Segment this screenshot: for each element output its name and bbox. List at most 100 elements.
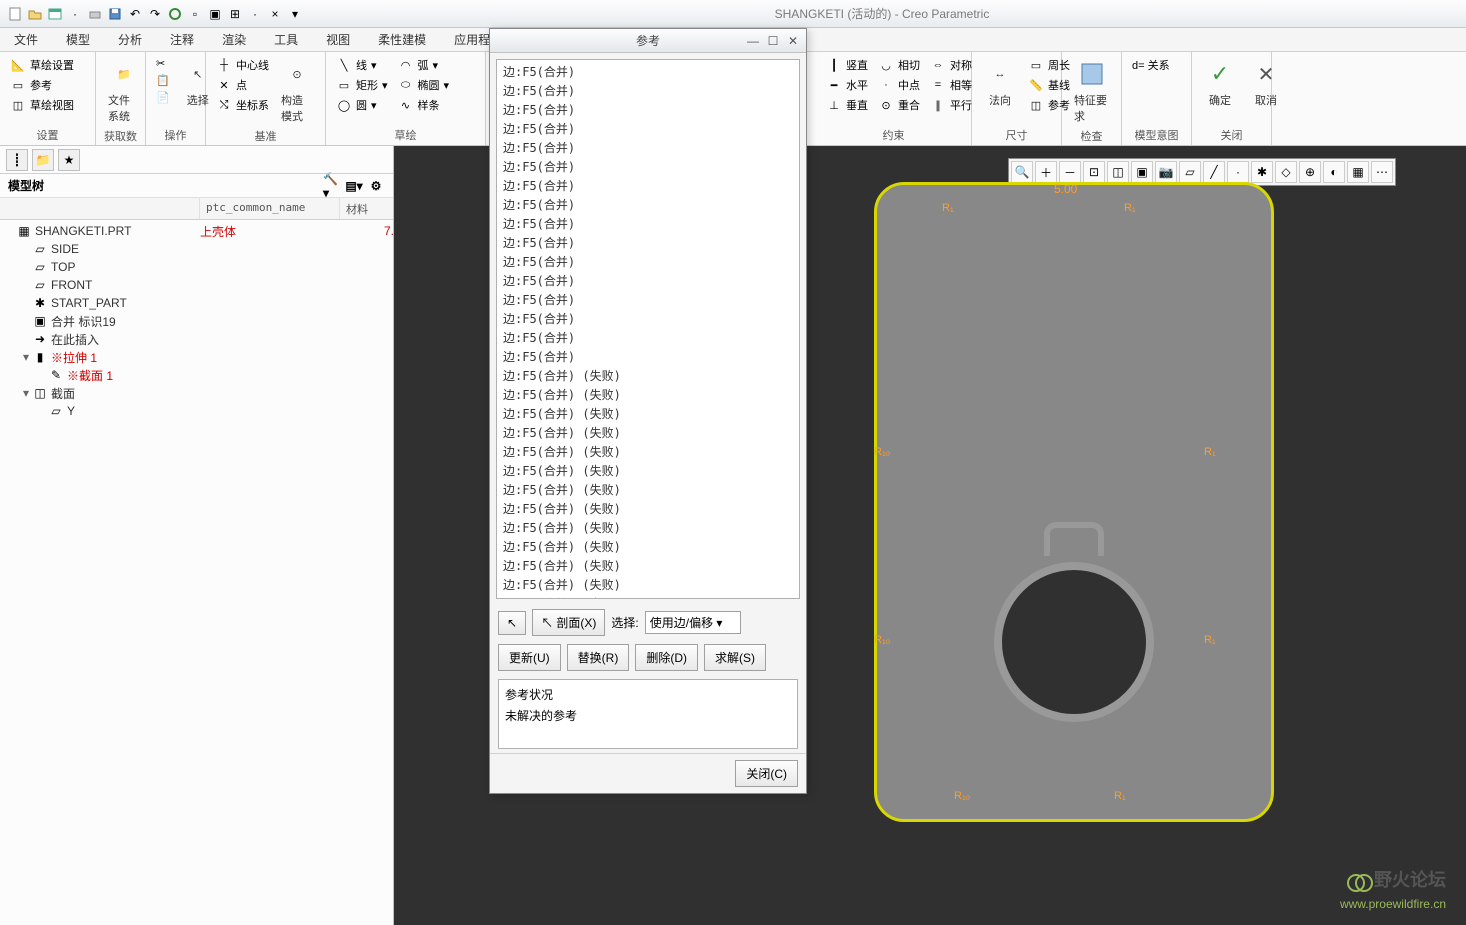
list-item[interactable]: 边:F5(合并) (失败) bbox=[499, 594, 797, 599]
list-item[interactable]: 边:F5(合并) bbox=[499, 252, 797, 271]
menu-tools[interactable]: 工具 bbox=[260, 28, 312, 51]
tool-hammer-icon[interactable]: 🔨▾ bbox=[323, 177, 341, 195]
misc-icon[interactable]: ⋯ bbox=[1371, 161, 1393, 183]
minimize-icon[interactable]: — bbox=[744, 33, 762, 49]
datum-point-icon[interactable]: · bbox=[1227, 161, 1249, 183]
csys[interactable]: ⤭坐标系 bbox=[214, 96, 271, 114]
close-button[interactable]: 关闭(C) bbox=[735, 760, 798, 787]
close-windows-icon[interactable]: ▫ bbox=[186, 5, 204, 23]
circle-tool[interactable]: ◯圆▾ bbox=[334, 96, 390, 114]
open-icon[interactable] bbox=[26, 5, 44, 23]
list-item[interactable]: 边:F5(合并) bbox=[499, 271, 797, 290]
redo-icon[interactable]: ↷ bbox=[146, 5, 164, 23]
list-item[interactable]: 边:F5(合并) (失败) bbox=[499, 556, 797, 575]
list-item[interactable]: 边:F5(合并) (失败) bbox=[499, 480, 797, 499]
regen-icon[interactable] bbox=[166, 5, 184, 23]
tree-tab-2[interactable]: 📁 bbox=[32, 149, 54, 171]
list-item[interactable]: 边:F5(合并) bbox=[499, 309, 797, 328]
annot-icon[interactable]: ◇ bbox=[1275, 161, 1297, 183]
zoom-in-icon[interactable]: ＋ bbox=[1035, 161, 1057, 183]
tree-row[interactable]: ✎※截面 1 bbox=[0, 366, 393, 384]
tree-row[interactable]: ➜在此插入 bbox=[0, 330, 393, 348]
print-icon[interactable] bbox=[86, 5, 104, 23]
menu-model[interactable]: 模型 bbox=[52, 28, 104, 51]
sketch-view[interactable]: ◫草绘视图 bbox=[8, 96, 76, 114]
list-item[interactable]: 边:F5(合并) bbox=[499, 157, 797, 176]
list-item[interactable]: 边:F5(合并) (失败) bbox=[499, 404, 797, 423]
arc-tool[interactable]: ◠弧▾ bbox=[396, 56, 452, 74]
ellipse-tool[interactable]: ⬭椭圆▾ bbox=[396, 76, 452, 94]
construction-mode[interactable]: ⊙构造模式 bbox=[277, 56, 317, 126]
feature-req[interactable]: 特征要求 bbox=[1070, 56, 1113, 126]
tool-settings-icon[interactable]: ⚙ bbox=[367, 177, 385, 195]
saved-view-icon[interactable]: 📷 bbox=[1155, 161, 1177, 183]
tree-row[interactable]: ▱TOP bbox=[0, 258, 393, 276]
list-item[interactable]: 边:F5(合并) bbox=[499, 328, 797, 347]
list-item[interactable]: 边:F5(合并) (失败) bbox=[499, 442, 797, 461]
list-item[interactable]: 边:F5(合并) (失败) bbox=[499, 518, 797, 537]
zoom-out-icon[interactable]: － bbox=[1059, 161, 1081, 183]
style-icon[interactable]: ◐ bbox=[1323, 161, 1345, 183]
select-mode-dropdown[interactable]: 使用边/偏移 ▾ bbox=[645, 611, 742, 634]
list-item[interactable]: 边:F5(合并) bbox=[499, 138, 797, 157]
menu-render[interactable]: 渲染 bbox=[208, 28, 260, 51]
list-item[interactable]: 边:F5(合并) bbox=[499, 195, 797, 214]
tree-row[interactable]: ▾▮※拉伸 1 bbox=[0, 348, 393, 366]
list-item[interactable]: 边:F5(合并) (失败) bbox=[499, 537, 797, 556]
maximize-icon[interactable]: ☐ bbox=[764, 33, 782, 49]
update-button[interactable]: 更新(U) bbox=[498, 644, 561, 671]
menu-annotate[interactable]: 注释 bbox=[156, 28, 208, 51]
csys-display-icon[interactable]: ✱ bbox=[1251, 161, 1273, 183]
line-tool[interactable]: ╲线▾ bbox=[334, 56, 390, 74]
list-item[interactable]: 边:F5(合并) (失败) bbox=[499, 575, 797, 594]
refit-icon[interactable]: ⊡ bbox=[1083, 161, 1105, 183]
dialog-titlebar[interactable]: 参考 — ☐ ✕ bbox=[490, 29, 806, 53]
centerline[interactable]: ┼中心线 bbox=[214, 56, 271, 74]
datum-axis-icon[interactable]: ╱ bbox=[1203, 161, 1225, 183]
tree-row[interactable]: ▦SHANGKETI.PRT上壳体7. bbox=[0, 222, 393, 240]
perspective-icon[interactable]: ▦ bbox=[1347, 161, 1369, 183]
equal-const[interactable]: =相等 bbox=[928, 76, 974, 94]
tree-row[interactable]: ▱SIDE bbox=[0, 240, 393, 258]
list-item[interactable]: 边:F5(合并) (失败) bbox=[499, 423, 797, 442]
list-item[interactable]: 边:F5(合并) (失败) bbox=[499, 385, 797, 404]
paste-icon[interactable]: 📄 bbox=[154, 90, 172, 105]
solve-button[interactable]: 求解(S) bbox=[704, 644, 766, 671]
relations[interactable]: d= 关系 bbox=[1130, 56, 1172, 74]
cut-icon[interactable]: ✂ bbox=[154, 56, 172, 71]
section-button[interactable]: ↖ 剖面(X) bbox=[532, 609, 605, 636]
dropdown-icon[interactable]: ▾ bbox=[286, 5, 304, 23]
tree-row[interactable]: ▾◫截面 bbox=[0, 384, 393, 402]
perpendicular-const[interactable]: ⊥垂直 bbox=[824, 96, 870, 114]
zoom-fit-icon[interactable]: 🔍 bbox=[1011, 161, 1033, 183]
midpoint-const[interactable]: ·中点 bbox=[876, 76, 922, 94]
menu-file[interactable]: 文件 bbox=[0, 28, 52, 51]
undo-icon[interactable]: ↶ bbox=[126, 5, 144, 23]
replace-button[interactable]: 替换(R) bbox=[567, 644, 630, 671]
tree-tab-3[interactable]: ★ bbox=[58, 149, 80, 171]
references[interactable]: ▭参考 bbox=[8, 76, 76, 94]
horizontal-const[interactable]: ━水平 bbox=[824, 76, 870, 94]
tree-row[interactable]: ▱Y bbox=[0, 402, 393, 420]
list-item[interactable]: 边:F5(合并) bbox=[499, 347, 797, 366]
menu-analysis[interactable]: 分析 bbox=[104, 28, 156, 51]
windows-icon[interactable]: ▣ bbox=[206, 5, 224, 23]
file-system[interactable]: 📁文件系统 bbox=[104, 56, 144, 126]
search-icon[interactable]: × bbox=[266, 5, 284, 23]
symmetric-const[interactable]: ⇔对称 bbox=[928, 56, 974, 74]
model-tree[interactable]: ▦SHANGKETI.PRT上壳体7.▱SIDE▱TOP▱FRONT✱START… bbox=[0, 220, 393, 925]
list-item[interactable]: 边:F5(合并) (失败) bbox=[499, 366, 797, 385]
dimension-value[interactable]: 5.00 bbox=[1054, 182, 1077, 196]
spline-tool[interactable]: ∿样条 bbox=[396, 96, 452, 114]
datum-plane-icon[interactable]: ▱ bbox=[1179, 161, 1201, 183]
reference-list[interactable]: 边:F5(合并)边:F5(合并)边:F5(合并)边:F5(合并)边:F5(合并)… bbox=[496, 59, 800, 599]
copy-icon[interactable]: 📋 bbox=[154, 73, 172, 88]
window-icon[interactable] bbox=[46, 5, 64, 23]
cancel-button[interactable]: ✕取消 bbox=[1246, 56, 1286, 110]
tree-row[interactable]: ▱FRONT bbox=[0, 276, 393, 294]
list-item[interactable]: 边:F5(合并) bbox=[499, 176, 797, 195]
tree-row[interactable]: ✱START_PART bbox=[0, 294, 393, 312]
list-item[interactable]: 边:F5(合并) bbox=[499, 233, 797, 252]
delete-button[interactable]: 删除(D) bbox=[635, 644, 698, 671]
dim-icon[interactable]: ⊞ bbox=[226, 5, 244, 23]
